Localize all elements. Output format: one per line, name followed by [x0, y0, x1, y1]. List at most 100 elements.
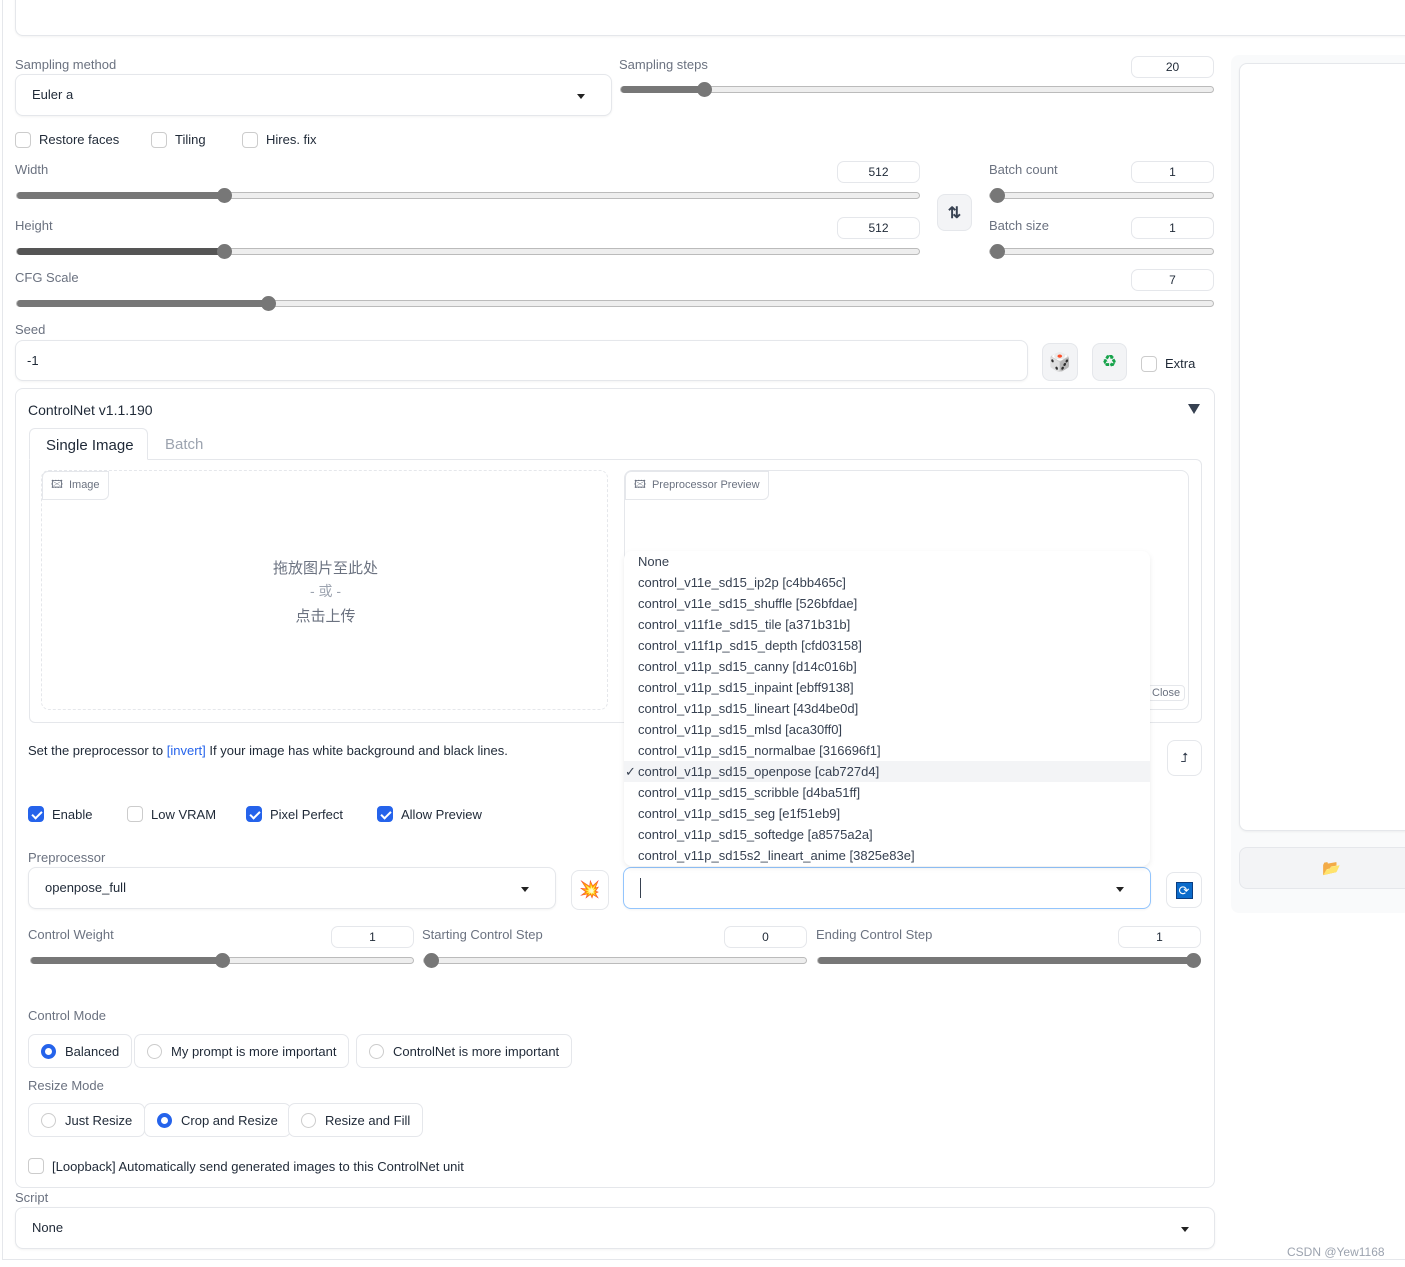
batch-size-slider[interactable]: [989, 244, 1214, 259]
width-input[interactable]: 512: [837, 161, 920, 183]
model-option[interactable]: control_v11p_sd15_scribble [d4ba51ff]: [624, 782, 1150, 803]
slider-thumb[interactable]: [215, 953, 230, 968]
slider-thumb[interactable]: [990, 244, 1005, 259]
hires-fix-label: Hires. fix: [266, 132, 317, 147]
enable-checkbox[interactable]: [28, 806, 44, 822]
model-option[interactable]: control_v11p_sd15_normalbae [316696f1]: [624, 740, 1150, 761]
control-weight-input[interactable]: 1: [331, 926, 414, 948]
radio-label: My prompt is more important: [171, 1043, 337, 1059]
control-weight-slider[interactable]: [30, 953, 414, 968]
image-icon: 🖾: [51, 479, 63, 491]
slider-fill: [818, 957, 1200, 964]
starting-step-slider[interactable]: [423, 953, 807, 968]
starting-step-label: Starting Control Step: [422, 927, 543, 942]
hires-fix-checkbox[interactable]: [242, 132, 258, 148]
batch-count-slider[interactable]: [989, 188, 1214, 203]
model-option[interactable]: ✓ control_v11p_sd15_openpose [cab727d4]: [624, 761, 1150, 782]
tab-batch[interactable]: Batch: [165, 436, 203, 453]
radio-indicator: [41, 1112, 56, 1128]
batch-count-label: Batch count: [989, 162, 1058, 177]
model-option[interactable]: control_v11f1p_sd15_depth [cfd03158]: [624, 635, 1150, 656]
model-option[interactable]: control_v11p_sd15_seg [e1f51eb9]: [624, 803, 1150, 824]
refresh-models-button[interactable]: ⟳: [1166, 872, 1202, 908]
cfg-scale-input[interactable]: 7: [1131, 269, 1214, 291]
check-icon: ✓: [625, 764, 636, 779]
seed-input[interactable]: -1: [15, 340, 1028, 381]
model-option[interactable]: control_v11p_sd15_softedge [a8575a2a]: [624, 824, 1150, 845]
tiling-checkbox[interactable]: [151, 132, 167, 148]
script-value: None: [32, 1220, 64, 1235]
close-preview-button[interactable]: Close: [1147, 685, 1186, 701]
radio-label: Balanced: [65, 1043, 120, 1059]
model-option-label: None: [638, 554, 670, 569]
run-preprocessor-button[interactable]: 💥: [571, 870, 609, 910]
sampling-method-label: Sampling method: [15, 57, 117, 72]
slider-thumb[interactable]: [217, 188, 233, 203]
loopback-label: [Loopback] Automatically send generated …: [52, 1159, 464, 1174]
loopback-checkbox[interactable]: [28, 1158, 44, 1174]
control-mode-controlnet[interactable]: ControlNet is more important: [356, 1034, 573, 1068]
resize-mode-just-resize[interactable]: Just Resize: [28, 1103, 146, 1137]
starting-step-input[interactable]: 0: [724, 926, 807, 948]
resize-mode-resize-and-fill[interactable]: Resize and Fill: [288, 1103, 424, 1137]
sampling-method-dropdown[interactable]: Euler a: [15, 74, 612, 116]
controlnet-title[interactable]: ControlNet v1.1.190: [28, 402, 153, 418]
slider-thumb[interactable]: [424, 953, 439, 968]
control-mode-balanced[interactable]: Balanced: [28, 1034, 133, 1068]
sampling-steps-input[interactable]: 20: [1131, 56, 1214, 78]
tiling-label: Tiling: [175, 132, 206, 147]
model-dropdown-list[interactable]: None control_v11e_sd15_ip2p [c4bb465c] con…: [624, 551, 1150, 866]
allow-preview-checkbox[interactable]: [377, 806, 393, 822]
model-option[interactable]: control_v11p_sd15_canny [d14c016b]: [624, 656, 1150, 677]
pixel-perfect-checkbox[interactable]: [246, 806, 262, 822]
collapse-icon[interactable]: [1188, 404, 1200, 414]
script-label: Script: [15, 1190, 49, 1205]
invert-link[interactable]: [invert]: [167, 743, 206, 758]
model-option[interactable]: control_v11e_sd15_shuffle [526bfdae]: [624, 593, 1150, 614]
slider-thumb[interactable]: [1186, 953, 1201, 968]
model-option[interactable]: None: [624, 551, 1150, 572]
model-option[interactable]: control_v11p_sd15s2_lineart_anime [3825e…: [624, 845, 1150, 866]
send-dimensions-button[interactable]: ⮥: [1167, 740, 1202, 776]
model-option[interactable]: control_v11p_sd15_inpaint [ebff9138]: [624, 677, 1150, 698]
model-option[interactable]: control_v11e_sd15_ip2p [c4bb465c]: [624, 572, 1150, 593]
sampling-method-value: Euler a: [32, 87, 74, 102]
ending-step-input[interactable]: 1: [1118, 926, 1201, 948]
open-folder-button[interactable]: 📂: [1239, 847, 1405, 889]
prompt-box[interactable]: [15, 0, 1405, 36]
height-input[interactable]: 512: [837, 217, 920, 239]
width-slider[interactable]: [16, 188, 920, 203]
control-mode-prompt[interactable]: My prompt is more important: [134, 1034, 350, 1068]
control-mode-label: Control Mode: [28, 1008, 107, 1023]
swap-dimensions-button[interactable]: ⇅: [937, 194, 972, 231]
image-upload-area[interactable]: 🖾 Image 拖放图片至此处 - 或 - 点击上传: [41, 470, 608, 710]
slider-thumb[interactable]: [696, 82, 712, 97]
slider-thumb[interactable]: [261, 296, 277, 311]
tab-single-image[interactable]: Single Image: [29, 428, 148, 460]
reuse-seed-button[interactable]: ♻: [1092, 343, 1127, 381]
radio-indicator: [369, 1043, 384, 1059]
slider-thumb[interactable]: [990, 188, 1005, 203]
cfg-scale-slider[interactable]: [16, 296, 1214, 311]
model-option[interactable]: control_v11f1e_sd15_tile [a371b31b]: [624, 614, 1150, 635]
extra-label: Extra: [1165, 356, 1196, 371]
resize-mode-crop-and-resize[interactable]: Crop and Resize: [144, 1103, 291, 1137]
batch-size-input[interactable]: 1: [1131, 217, 1214, 239]
ending-step-slider[interactable]: [817, 953, 1201, 968]
model-dropdown[interactable]: [623, 867, 1151, 909]
low-vram-checkbox[interactable]: [127, 806, 143, 822]
restore-faces-checkbox[interactable]: [15, 132, 31, 148]
extra-checkbox[interactable]: [1141, 356, 1157, 372]
model-option[interactable]: control_v11p_sd15_mlsd [aca30ff0]: [624, 719, 1150, 740]
random-seed-button[interactable]: 🎲: [1042, 343, 1078, 381]
sampling-steps-slider[interactable]: [620, 82, 1214, 97]
height-slider[interactable]: [16, 244, 920, 259]
slider-thumb[interactable]: [217, 244, 233, 259]
batch-count-input[interactable]: 1: [1131, 161, 1214, 183]
script-dropdown[interactable]: None: [15, 1207, 1215, 1249]
model-option-label: control_v11p_sd15_softedge [a8575a2a]: [638, 827, 873, 842]
model-option[interactable]: control_v11p_sd15_lineart [43d4be0d]: [624, 698, 1150, 719]
preprocessor-dropdown[interactable]: openpose_full: [28, 867, 556, 909]
seed-label: Seed: [15, 322, 46, 337]
hint-prefix: Set the preprocessor to: [28, 743, 167, 758]
